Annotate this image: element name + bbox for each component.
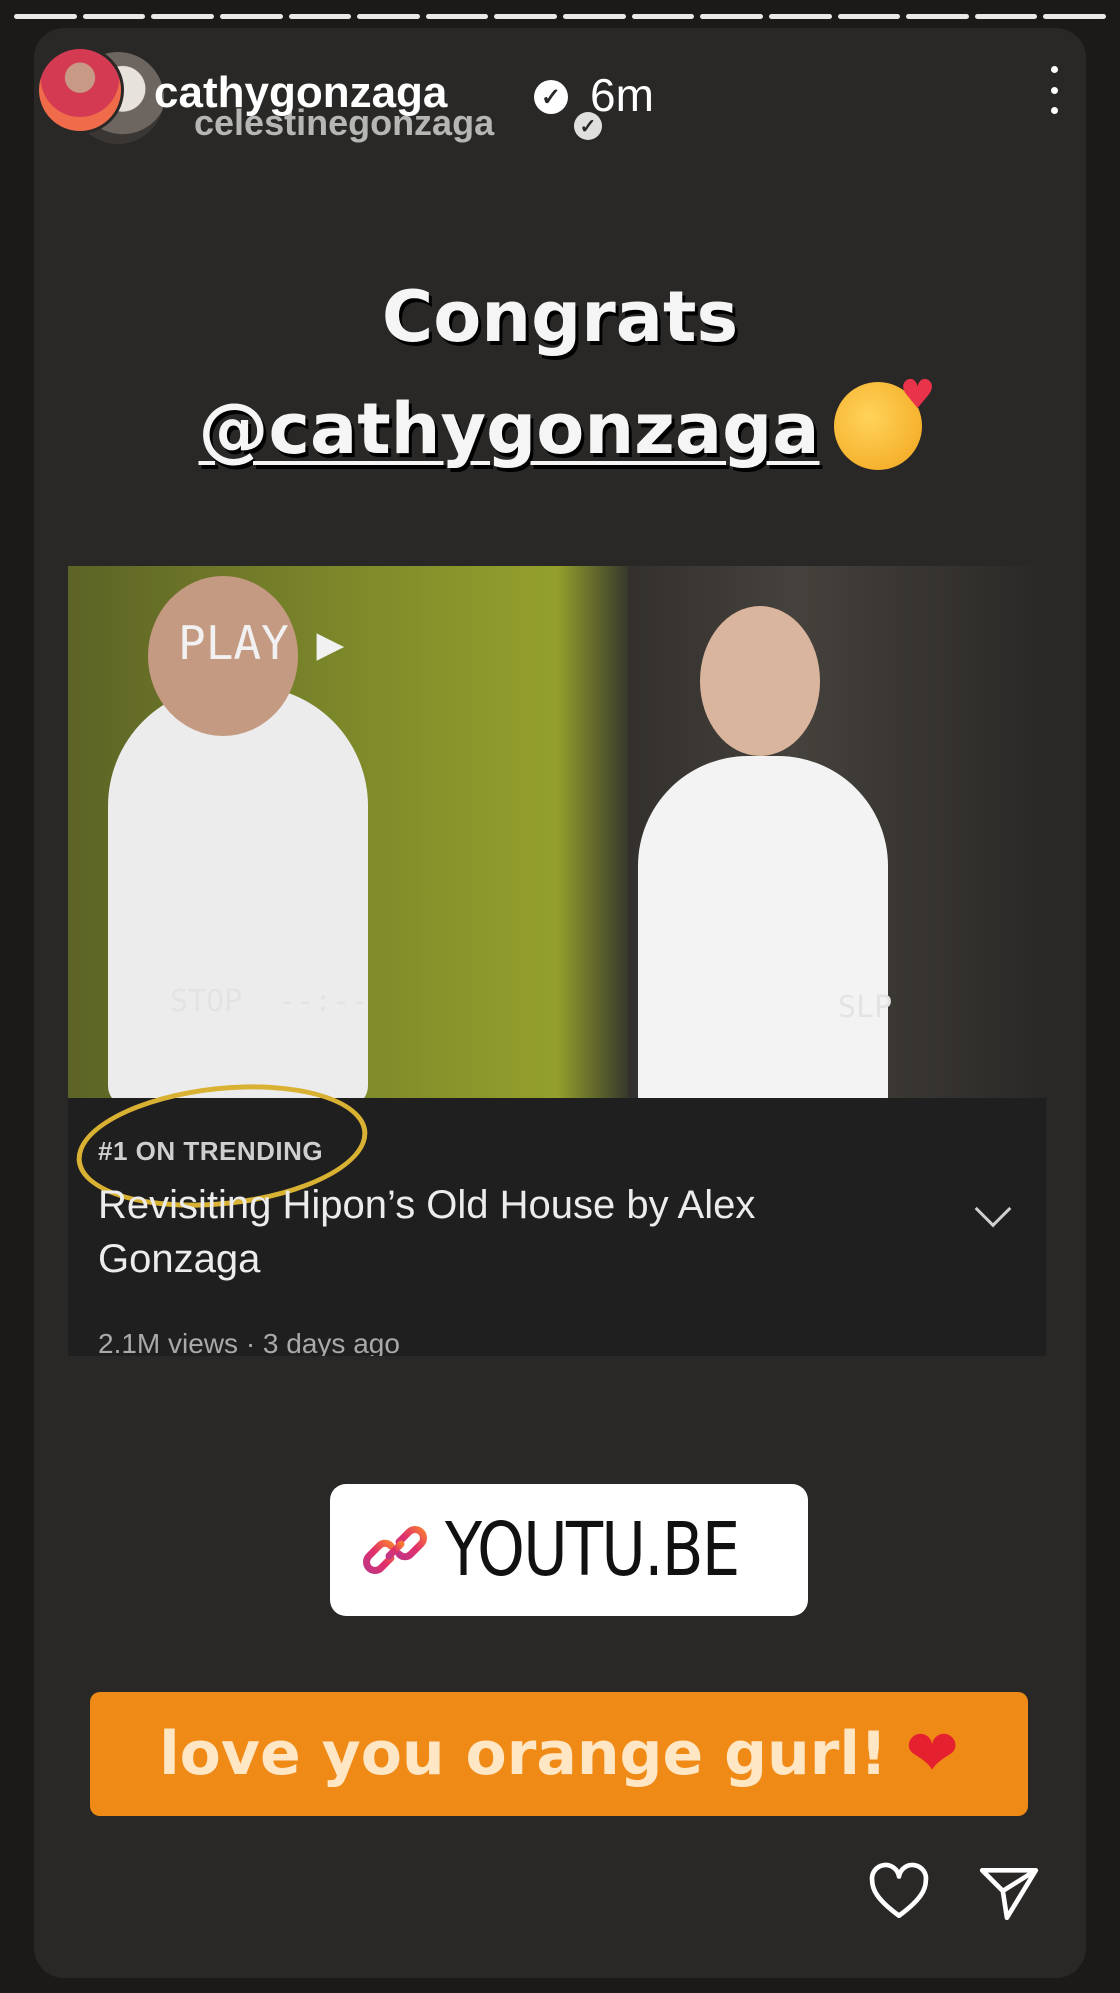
video-meta: 2.1M views · 3 days ago (98, 1328, 400, 1356)
story-progress-bar (14, 14, 1106, 19)
story-text-congrats: Congrats (381, 276, 739, 358)
video-title[interactable]: Revisiting Hipon’s Old House by Alex Gon… (98, 1178, 858, 1286)
vhs-slp-label: SLP (838, 990, 893, 1025)
story-text-mention-line: @cathygonzaga (34, 372, 1086, 478)
post-time: 6m (590, 69, 654, 121)
link-sticker-label: YOUTU.BE (445, 1507, 740, 1593)
heart-icon[interactable] (866, 1860, 932, 1926)
vhs-play-label: PLAY ▶ (178, 616, 345, 670)
mention-link[interactable]: @cathygonzaga (198, 388, 819, 470)
caption-sticker: love you orange gurl! ❤ (90, 1692, 1028, 1816)
youtube-video-card[interactable]: PLAY ▶ STOP --:-- SLP #1 ON TRENDING Rev… (68, 566, 1046, 1356)
trending-badge: #1 ON TRENDING (98, 1136, 324, 1166)
more-icon[interactable] (1044, 60, 1064, 120)
video-thumbnail[interactable]: PLAY ▶ STOP --:-- SLP (68, 566, 1046, 1098)
send-icon[interactable] (976, 1860, 1042, 1926)
username[interactable]: cathygonzaga (154, 68, 447, 118)
chevron-down-icon[interactable] (974, 1190, 1012, 1228)
avatar[interactable] (36, 46, 124, 134)
vhs-stop-label: STOP (170, 984, 243, 1019)
story-header: celestinegonzaga ✓ cathygonzaga ✓ 6m (34, 28, 1086, 158)
link-sticker[interactable]: YOUTU.BE (330, 1484, 808, 1616)
link-icon (363, 1518, 427, 1582)
vhs-time-label: --:-- (278, 984, 369, 1019)
caption-text: love you orange gurl! (159, 1719, 888, 1789)
story-actions (866, 1860, 1042, 1926)
story-frame[interactable]: celestinegonzaga ✓ cathygonzaga ✓ 6m Con… (34, 28, 1086, 1978)
smiling-face-hearts-icon (833, 372, 936, 470)
verified-badge-icon: ✓ (534, 80, 568, 114)
red-heart-icon: ❤ (905, 1717, 959, 1791)
